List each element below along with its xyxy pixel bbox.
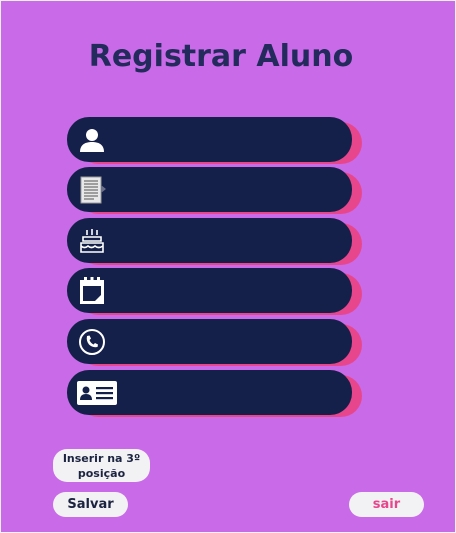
document-field[interactable] <box>67 167 362 214</box>
insert-third-position-button[interactable]: Inserir na 3º posição <box>53 449 150 482</box>
phone-input[interactable] <box>67 319 352 364</box>
date-field[interactable] <box>67 268 362 315</box>
exit-button[interactable]: sair <box>349 492 424 517</box>
id-card-field[interactable] <box>67 370 362 417</box>
date-input[interactable] <box>67 268 352 313</box>
page-title: Registrar Aluno <box>88 39 354 74</box>
id-card-icon <box>75 378 119 408</box>
phone-field[interactable] <box>67 319 362 366</box>
calendar-icon <box>77 276 107 306</box>
register-student-form: Registrar Aluno Inserir na 3º posição Sa… <box>0 0 456 533</box>
document-icon <box>77 175 107 205</box>
name-input[interactable] <box>67 117 352 162</box>
birthday-field[interactable] <box>67 218 362 265</box>
user-icon <box>77 125 107 155</box>
birthday-cake-icon <box>77 226 107 256</box>
save-button[interactable]: Salvar <box>53 492 128 517</box>
birthday-input[interactable] <box>67 218 352 263</box>
name-field[interactable] <box>67 117 362 164</box>
id-card-input[interactable] <box>67 370 352 415</box>
document-input[interactable] <box>67 167 352 212</box>
phone-icon <box>77 327 107 357</box>
